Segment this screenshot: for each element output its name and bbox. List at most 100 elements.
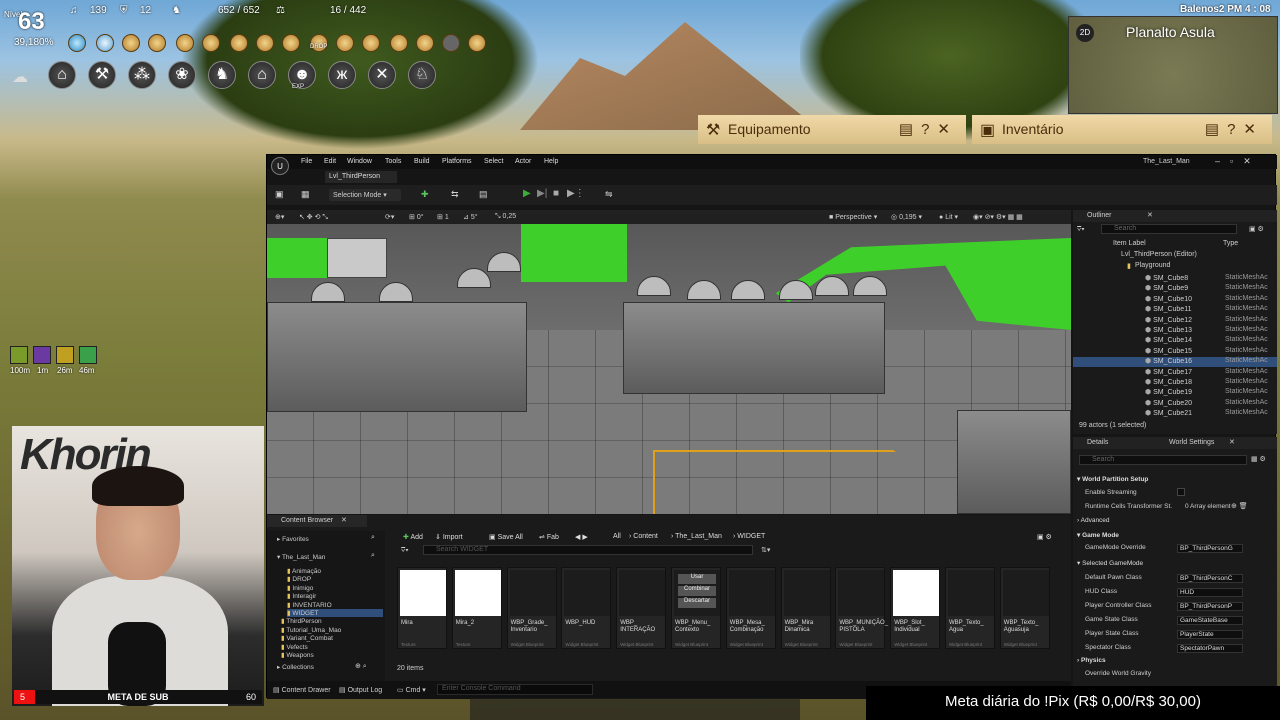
content-icon[interactable]: ▦ bbox=[301, 189, 310, 200]
outliner-folder[interactable]: Playground bbox=[1135, 262, 1170, 269]
pet-paw-icon[interactable]: ❀ bbox=[168, 61, 196, 89]
step-icon[interactable]: ▶| bbox=[537, 188, 547, 199]
close-icon[interactable]: ✕ bbox=[1229, 438, 1235, 446]
tab-details[interactable]: Details bbox=[1087, 439, 1108, 446]
buff-icon[interactable] bbox=[68, 34, 86, 52]
buff-icon[interactable] bbox=[202, 34, 220, 52]
asset-tile[interactable]: WBP_Texto_ Aguasuja Widget Blueprint bbox=[999, 567, 1050, 649]
tab-world-settings[interactable]: World Settings bbox=[1169, 439, 1214, 446]
asset-tile[interactable]: WBP_MUNIÇÃO_ PISTOLA Widget Blueprint bbox=[835, 567, 888, 649]
class-dropdown[interactable]: HUD bbox=[1177, 588, 1243, 597]
cinematics-icon[interactable]: ▤ bbox=[479, 189, 488, 200]
asset-tile[interactable]: Mira_2 Texture bbox=[451, 567, 502, 649]
section-physics[interactable]: › Physics bbox=[1077, 657, 1106, 664]
project-section[interactable]: ▾ The_Last_Man bbox=[277, 553, 325, 561]
show-flags-icon[interactable]: ◉▾ ⊘▾ ⚙▾ ▦ ▦ bbox=[973, 213, 1023, 221]
details-settings-icon[interactable]: ▦ ⚙ bbox=[1251, 455, 1266, 463]
asset-tile[interactable]: WBP_Mesa_ Combinação Widget Blueprint bbox=[725, 567, 776, 649]
gamemode-override-dropdown[interactable]: BP_ThirdPersonG bbox=[1177, 544, 1243, 553]
tool-icon[interactable]: ⚒ bbox=[88, 61, 116, 89]
class-dropdown[interactable]: SpectatorPawn bbox=[1177, 644, 1243, 653]
outliner-item[interactable]: ⬢ SM_Cube17 StaticMeshAc bbox=[1073, 368, 1277, 378]
outliner-item[interactable]: ⬢ SM_Cube11 StaticMeshAc bbox=[1073, 305, 1277, 315]
fab-button[interactable]: ⇌ Fab bbox=[539, 533, 559, 543]
tree-folder[interactable]: ▮ DROP bbox=[287, 575, 311, 583]
menu-build[interactable]: Build bbox=[414, 158, 430, 165]
outliner-item[interactable]: ⬢ SM_Cube12 StaticMeshAc bbox=[1073, 316, 1277, 326]
menu-edit[interactable]: Edit bbox=[324, 158, 336, 165]
home-icon[interactable]: ⌂ bbox=[48, 61, 76, 89]
content-drawer-button[interactable]: ▤ Content Drawer bbox=[273, 686, 331, 694]
outliner-root[interactable]: Lvl_ThirdPerson (Editor) bbox=[1121, 251, 1197, 258]
close-icon[interactable]: ✕ bbox=[1147, 211, 1153, 219]
buff-icon[interactable] bbox=[282, 34, 300, 52]
outliner-item[interactable]: ⬢ SM_Cube9 StaticMeshAc bbox=[1073, 284, 1277, 294]
menu-platforms[interactable]: Platforms bbox=[442, 158, 472, 165]
outliner-item[interactable]: ⬢ SM_Cube18 StaticMeshAc bbox=[1073, 378, 1277, 388]
outliner-item[interactable]: ⬢ SM_Cube21 StaticMeshAc bbox=[1073, 409, 1277, 419]
search-icon[interactable]: ⌕ bbox=[371, 552, 375, 560]
asset-search-input[interactable]: Search WIDGET bbox=[423, 545, 753, 555]
buff-icon[interactable] bbox=[122, 34, 140, 52]
level-viewport[interactable]: ⊕▾ ↖ ✥ ⟲ ⤡ ⟳▾ ⊞ 0° ⊞ 1 ⊿ 5° ⤡ 0,25 ■ Per… bbox=[267, 210, 1071, 514]
asset-tile[interactable]: Usar Combinar Descartar WBP_Menu_ Contexto W… bbox=[671, 567, 721, 649]
settings-icon[interactable]: ▣ ⚙ bbox=[1037, 533, 1052, 543]
buff-icon[interactable] bbox=[336, 34, 354, 52]
asset-tile[interactable]: Mira Texture bbox=[397, 567, 447, 649]
sort-icon[interactable]: ⇅▾ bbox=[761, 546, 770, 554]
inventory-panel-header[interactable]: ▣ Inventário ▤?✕ bbox=[972, 115, 1272, 144]
import-button[interactable]: ⇓ Import bbox=[435, 533, 463, 543]
platforms-icon[interactable]: ⇋ bbox=[605, 189, 613, 200]
outliner-item[interactable]: ⬢ SM_Cube10 StaticMeshAc bbox=[1073, 295, 1277, 305]
buff-icon[interactable] bbox=[442, 34, 460, 52]
class-dropdown[interactable]: BP_ThirdPersonP bbox=[1177, 602, 1243, 611]
menu-help[interactable]: Help bbox=[544, 158, 558, 165]
collections-section[interactable]: ▸ Collections bbox=[277, 663, 314, 671]
outliner-item[interactable]: ⬢ SM_Cube13 StaticMeshAc bbox=[1073, 326, 1277, 336]
section-world-partition[interactable]: ▾ World Partition Setup bbox=[1077, 475, 1148, 483]
add-remove-icons[interactable]: ⊕ 🗑 bbox=[1231, 502, 1248, 510]
rotation-snap[interactable]: ⊞ 0° bbox=[409, 213, 424, 221]
enable-streaming-checkbox[interactable] bbox=[1177, 488, 1185, 496]
asset-tile[interactable]: WBP_ INTERAÇÃO Widget Blueprint bbox=[616, 567, 667, 649]
history-icon[interactable]: ◀ ▶ bbox=[575, 533, 588, 543]
transform-tools-icon[interactable]: ↖ ✥ ⟲ ⤡ bbox=[299, 213, 328, 222]
window-controls[interactable]: –▫✕ bbox=[1215, 156, 1261, 167]
outliner-search-input[interactable]: Search bbox=[1101, 224, 1237, 234]
outliner-item[interactable]: ⬢ SM_Cube15 StaticMeshAc bbox=[1073, 347, 1277, 357]
path-content[interactable]: › Content bbox=[629, 533, 658, 543]
close-icon[interactable]: ✕ bbox=[341, 516, 347, 524]
path-all[interactable]: All bbox=[613, 533, 621, 543]
save-all-button[interactable]: ▣ Save All bbox=[489, 533, 523, 543]
outliner-item[interactable]: ⬢ SM_Cube16 StaticMeshAc bbox=[1073, 357, 1277, 368]
outliner-item[interactable]: ⬢ SM_Cube14 StaticMeshAc bbox=[1073, 336, 1277, 346]
add-actor-icon[interactable]: ✚ bbox=[421, 189, 429, 200]
grid-snap[interactable]: ⊞ 1 bbox=[437, 213, 449, 221]
panel-controls[interactable]: ▤?✕ bbox=[899, 120, 958, 138]
house-icon[interactable]: ⌂ bbox=[248, 61, 276, 89]
section-game-mode[interactable]: ▾ Game Mode bbox=[1077, 531, 1119, 539]
crossed-icon[interactable]: ✕ bbox=[368, 61, 396, 89]
section-selected-gamemode[interactable]: ▾ Selected GameMode bbox=[1077, 559, 1143, 567]
output-log-button[interactable]: ▤ Output Log bbox=[339, 686, 382, 694]
unreal-logo-icon[interactable]: U bbox=[271, 157, 289, 175]
favorites-section[interactable]: ▸ Favorites bbox=[277, 535, 309, 543]
minimap-mode-button[interactable]: 2D bbox=[1076, 24, 1094, 42]
buff-icon[interactable] bbox=[176, 34, 194, 52]
asset-tile[interactable]: WBP_Slot_ Individual Widget Blueprint bbox=[890, 567, 941, 649]
panel-controls[interactable]: ▤?✕ bbox=[1205, 120, 1264, 138]
column-item-label[interactable]: Item Label bbox=[1113, 240, 1146, 247]
add-button[interactable]: ✚ Add bbox=[403, 533, 423, 543]
save-icon[interactable]: ▣ bbox=[275, 189, 284, 200]
tree-folder[interactable]: ▮ Variant_Combat bbox=[281, 634, 333, 642]
buff-icon[interactable] bbox=[362, 34, 380, 52]
perspective-dropdown[interactable]: ■ Perspective ▾ bbox=[829, 213, 877, 221]
class-dropdown[interactable]: PlayerState bbox=[1177, 630, 1243, 639]
scale-snap[interactable]: ⤡ 0,25 bbox=[495, 213, 516, 221]
cmd-dropdown[interactable]: ▭ Cmd ▾ bbox=[397, 686, 426, 694]
tree-folder[interactable]: ▮ Interagir bbox=[287, 592, 316, 600]
asset-tile[interactable]: WBP_Mira Dinamica Widget Blueprint bbox=[780, 567, 831, 649]
menu-file[interactable]: File bbox=[301, 158, 312, 165]
butterfly-icon[interactable]: ж bbox=[328, 61, 356, 89]
angle-snap[interactable]: ⊿ 5° bbox=[463, 213, 478, 221]
